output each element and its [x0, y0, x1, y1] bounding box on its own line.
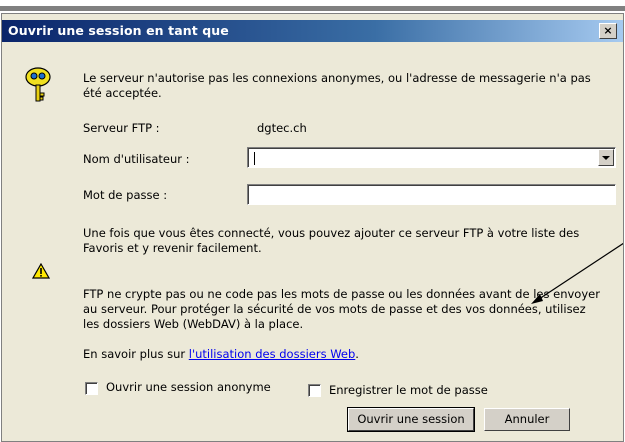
- login-dialog: Ouvrir une session en tant que × Le serv…: [1, 13, 624, 442]
- annotation-arrow: [531, 242, 623, 304]
- background-window-bar: [0, 6, 625, 11]
